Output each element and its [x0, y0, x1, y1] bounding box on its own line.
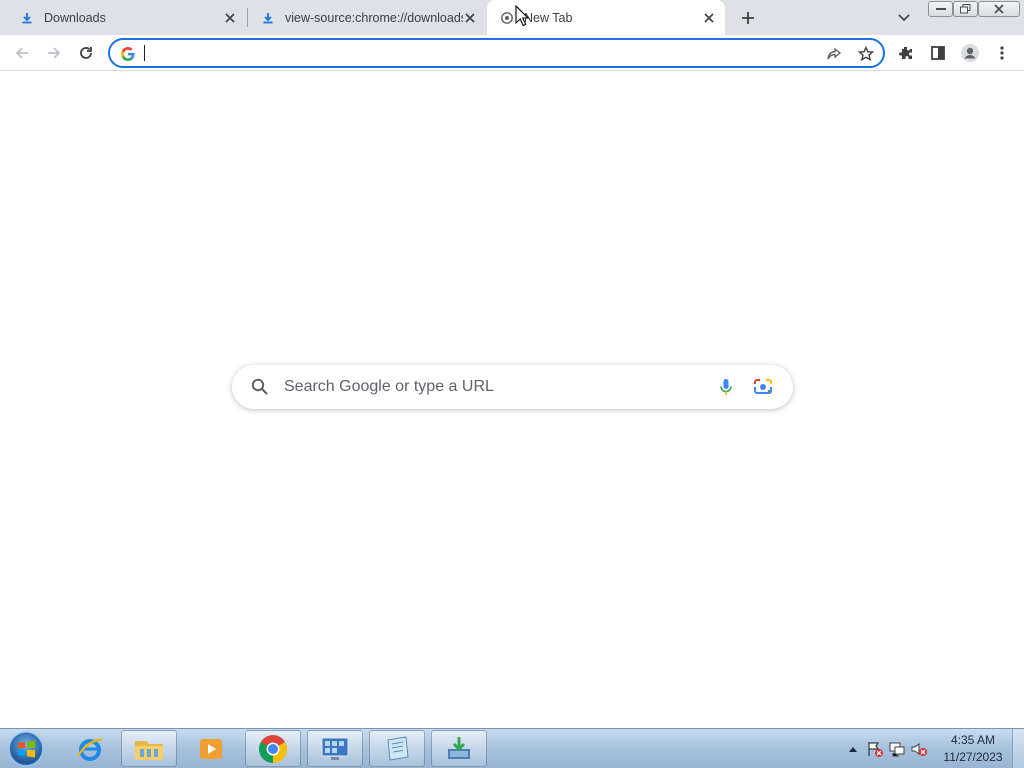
- new-tab-button[interactable]: [734, 4, 762, 32]
- action-center-flag-icon[interactable]: [864, 739, 886, 759]
- taskbar-file-explorer[interactable]: [121, 730, 177, 767]
- taskbar: 4:35 AM 11/27/2023: [0, 728, 1024, 768]
- ntp-search-box[interactable]: [232, 365, 793, 409]
- internet-explorer-icon: [77, 738, 103, 761]
- back-button[interactable]: [8, 39, 36, 67]
- download-icon: [20, 11, 34, 25]
- tab-view-source[interactable]: view-source:chrome://downloads: [248, 0, 486, 35]
- mouse-cursor-icon: [515, 5, 530, 27]
- side-panel-button[interactable]: [924, 39, 952, 67]
- ntp-search-input[interactable]: [284, 377, 704, 397]
- volume-muted-icon[interactable]: [908, 739, 930, 759]
- toolbar: [0, 35, 1024, 71]
- share-icon[interactable]: [824, 44, 844, 64]
- tab-search-button[interactable]: [894, 8, 914, 28]
- network-icon[interactable]: [886, 739, 908, 759]
- taskbar-download-manager[interactable]: [431, 730, 487, 767]
- clock-date: 11/27/2023: [943, 750, 1003, 764]
- close-icon[interactable]: [462, 10, 478, 26]
- google-lens-icon[interactable]: [752, 377, 774, 397]
- screen: Downloads view-source:chrome://downloads…: [0, 0, 1024, 768]
- forward-button[interactable]: [40, 39, 68, 67]
- microphone-icon[interactable]: [716, 377, 736, 397]
- bookmark-star-icon[interactable]: [856, 44, 876, 64]
- close-icon[interactable]: [222, 10, 238, 26]
- windows-start-icon[interactable]: [6, 730, 46, 768]
- tab-title: New Tab: [524, 10, 573, 25]
- extensions-button[interactable]: [892, 39, 920, 67]
- taskbar-media-player[interactable]: [183, 730, 239, 767]
- tab-downloads[interactable]: Downloads: [0, 0, 246, 35]
- tab-title: view-source:chrome://downloads: [285, 10, 463, 25]
- close-window-button[interactable]: [978, 1, 1020, 17]
- address-bar[interactable]: [108, 38, 885, 68]
- chrome-icon: [500, 11, 514, 25]
- taskbar-clock[interactable]: 4:35 AM 11/27/2023: [938, 732, 1008, 766]
- chrome-icon: [259, 734, 287, 763]
- taskbar-control-panel[interactable]: [307, 730, 363, 767]
- search-icon: [251, 378, 268, 395]
- text-caret: [144, 45, 145, 61]
- taskbar-notepad[interactable]: [369, 730, 425, 767]
- taskbar-internet-explorer[interactable]: [62, 730, 118, 767]
- system-tray: [842, 729, 930, 768]
- menu-kebab-icon[interactable]: [988, 39, 1016, 67]
- download-icon: [261, 11, 275, 25]
- notepad-icon: [387, 735, 409, 761]
- show-hidden-icons-icon[interactable]: [842, 739, 864, 759]
- minimize-button[interactable]: [928, 1, 953, 17]
- tab-strip: Downloads view-source:chrome://downloads…: [0, 0, 1024, 35]
- tab-title: Downloads: [44, 10, 106, 25]
- download-manager-icon: [448, 736, 470, 759]
- taskbar-chrome[interactable]: [245, 730, 301, 767]
- control-panel-icon: [321, 737, 349, 760]
- address-input[interactable]: [142, 43, 802, 63]
- google-g-icon: [121, 47, 135, 62]
- reload-button[interactable]: [72, 39, 100, 67]
- restore-button[interactable]: [953, 1, 978, 17]
- clock-time: 4:35 AM: [950, 733, 996, 747]
- close-icon[interactable]: [701, 10, 717, 26]
- file-explorer-icon: [135, 740, 163, 760]
- show-desktop-button[interactable]: [1012, 729, 1024, 768]
- new-tab-page: [0, 72, 1024, 728]
- media-player-icon: [200, 738, 222, 759]
- profile-avatar-icon[interactable]: [956, 39, 984, 67]
